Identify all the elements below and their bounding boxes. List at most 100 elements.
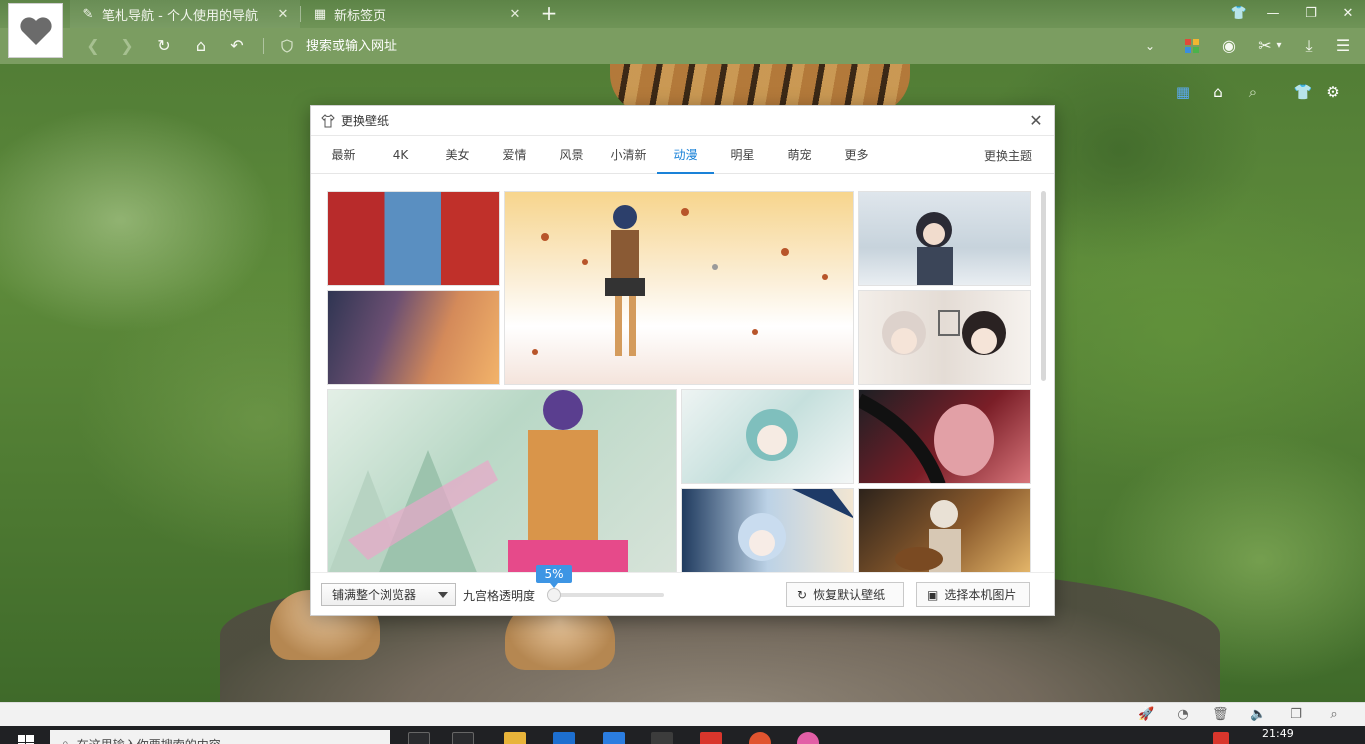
pencil-icon: ✎ bbox=[82, 6, 94, 22]
calculator-icon[interactable] bbox=[651, 732, 673, 744]
zoom-icon[interactable]: ⌕ bbox=[1326, 707, 1342, 723]
home-icon[interactable]: ⌂ bbox=[190, 35, 212, 57]
teal-girl-figure bbox=[746, 409, 798, 461]
chevron-down-icon bbox=[438, 592, 448, 598]
window-close-button[interactable]: ✕ bbox=[1337, 3, 1359, 25]
tab-fresh[interactable]: 小清新 bbox=[600, 136, 657, 173]
minimize-button[interactable]: — bbox=[1262, 3, 1284, 25]
tab-latest[interactable]: 最新 bbox=[315, 136, 372, 173]
wallpaper-thumb-spiderman[interactable] bbox=[327, 191, 500, 286]
taskbar-search[interactable]: ⌕ 在这里输入你要搜索的内容 bbox=[50, 730, 390, 744]
file-explorer-icon[interactable] bbox=[504, 732, 526, 744]
record-icon[interactable]: ◉ bbox=[1218, 35, 1240, 57]
avatar[interactable] bbox=[8, 3, 63, 58]
wallpaper-thumb-teal-girl[interactable] bbox=[681, 389, 854, 484]
search-icon[interactable]: ⌕ bbox=[1243, 82, 1263, 102]
wallpaper-thumb-umbrella-girl[interactable] bbox=[681, 488, 854, 574]
store-icon[interactable] bbox=[603, 732, 625, 744]
apps-icon[interactable] bbox=[1181, 35, 1203, 57]
wallpaper-thumb-dark-girl[interactable] bbox=[858, 389, 1031, 484]
wallpaper-thumb-snow-girl[interactable] bbox=[858, 191, 1031, 286]
category-tabs: 最新 4K 美女 爱情 风景 小清新 动漫 明星 萌宠 更多 更换主题 bbox=[311, 136, 1054, 174]
shield-icon bbox=[281, 39, 293, 53]
tab-stars[interactable]: 明星 bbox=[714, 136, 771, 173]
skin-icon[interactable]: 👕 bbox=[1293, 82, 1313, 102]
tab-close-icon[interactable]: ✕ bbox=[276, 7, 290, 22]
download-icon[interactable]: ⤓ bbox=[1298, 35, 1320, 57]
window-icon[interactable]: ❐ bbox=[1288, 707, 1304, 723]
tray-app-icon[interactable] bbox=[1213, 732, 1229, 744]
forward-icon[interactable]: ❯ bbox=[116, 35, 138, 57]
opacity-tooltip: 5% bbox=[536, 565, 572, 588]
speed-icon[interactable]: ◔ bbox=[1175, 707, 1191, 723]
wallpaper-dialog: 更换壁纸 ✕ 最新 4K 美女 爱情 风景 小清新 动漫 明星 萌宠 更多 更换… bbox=[310, 105, 1055, 616]
wallpaper-thumb-autumn-girl[interactable] bbox=[504, 191, 854, 385]
opacity-slider-handle[interactable] bbox=[547, 588, 561, 602]
fill-mode-select[interactable]: 铺满整个浏览器 bbox=[321, 583, 456, 606]
choose-local-image-button[interactable]: ▣ 选择本机图片 bbox=[916, 582, 1030, 607]
dropdown-arrow-icon[interactable]: ▾ bbox=[1272, 35, 1286, 57]
chrome-icon[interactable] bbox=[749, 732, 771, 744]
tab-anime[interactable]: 动漫 bbox=[657, 136, 714, 174]
change-theme-link[interactable]: 更换主题 bbox=[984, 147, 1032, 164]
tab-close-icon[interactable]: ✕ bbox=[508, 7, 522, 22]
wallpaper-thumb-cat-girls[interactable] bbox=[858, 290, 1031, 385]
task-view-icon[interactable] bbox=[452, 732, 474, 744]
browser-status-bar: 🚀 ◔ 🗑 🔈 ❐ ⌕ bbox=[0, 702, 1365, 726]
shirt-icon bbox=[321, 113, 335, 127]
restore-default-label: 恢复默认壁纸 bbox=[813, 588, 886, 602]
grid-icon[interactable]: ▦ bbox=[1173, 82, 1193, 102]
tab-bar: ✎ 笔札导航 - 个人使用的导航 ✕ ▦ 新标签页 ✕ + 👕 — ❐ ✕ bbox=[0, 0, 1365, 28]
undo-icon[interactable]: ↶ bbox=[226, 35, 248, 57]
restore-button[interactable]: ❐ bbox=[1300, 3, 1322, 25]
new-tab-button[interactable]: + bbox=[538, 2, 560, 24]
grid-scrollbar[interactable] bbox=[1041, 191, 1046, 381]
guitar-girl-figure bbox=[895, 500, 961, 573]
search-icon: ⌕ bbox=[62, 736, 69, 744]
tab-4k[interactable]: 4K bbox=[372, 136, 429, 173]
close-icon[interactable]: ✕ bbox=[1028, 112, 1044, 129]
tab-title: 新标签页 bbox=[334, 8, 387, 24]
back-icon[interactable]: ❮ bbox=[82, 35, 104, 57]
chevron-down-icon[interactable]: ⌄ bbox=[1139, 35, 1161, 57]
taskbar-search-placeholder: 在这里输入你要搜索的内容 bbox=[77, 736, 221, 744]
wallpaper-thumb-guitar-girl[interactable] bbox=[858, 488, 1031, 574]
wallpaper-grid bbox=[327, 191, 1033, 574]
cortana-icon[interactable] bbox=[408, 732, 430, 744]
restore-default-button[interactable]: ↻ 恢复默认壁纸 bbox=[786, 582, 904, 607]
choose-local-image-label: 选择本机图片 bbox=[944, 588, 1017, 602]
toolbar: ❮ ❯ ↻ ⌂ ↶ ⌄ ◉ ✂ ▾ ⤓ ☰ bbox=[0, 28, 1365, 64]
home-icon[interactable]: ⌂ bbox=[1208, 82, 1228, 102]
heart-icon bbox=[19, 16, 52, 45]
tab-scenery[interactable]: 风景 bbox=[543, 136, 600, 173]
tab-pets[interactable]: 萌宠 bbox=[771, 136, 828, 173]
umbrella-girl-figure bbox=[738, 489, 853, 561]
app-red-icon[interactable] bbox=[700, 732, 722, 744]
dialog-header: 更换壁纸 ✕ bbox=[311, 106, 1054, 136]
tab-new-tab[interactable]: ▦ 新标签页 ✕ bbox=[302, 0, 532, 28]
tab-more[interactable]: 更多 bbox=[828, 136, 885, 173]
rocket-icon[interactable]: 🚀 bbox=[1138, 707, 1154, 723]
settings-icon[interactable]: ⚙ bbox=[1323, 82, 1343, 102]
browser-icon[interactable] bbox=[797, 732, 819, 744]
address-bar[interactable] bbox=[280, 34, 1140, 58]
menu-icon[interactable]: ☰ bbox=[1332, 35, 1354, 57]
windows-start-icon[interactable] bbox=[18, 735, 34, 744]
snow-girl-figure bbox=[916, 212, 953, 285]
address-divider bbox=[263, 38, 264, 54]
refresh-icon[interactable]: ↻ bbox=[153, 35, 175, 57]
tab-beauty[interactable]: 美女 bbox=[429, 136, 486, 173]
opacity-slider[interactable]: 5% bbox=[536, 565, 664, 602]
tab-bizha-nav[interactable]: ✎ 笔札导航 - 个人使用的导航 ✕ bbox=[70, 0, 300, 28]
address-input[interactable] bbox=[306, 38, 906, 54]
wallpaper-thumb-warrior[interactable] bbox=[327, 389, 677, 574]
tab-love[interactable]: 爱情 bbox=[486, 136, 543, 173]
volume-icon[interactable]: 🔈 bbox=[1250, 707, 1266, 723]
mail-icon[interactable] bbox=[553, 732, 575, 744]
dialog-footer: 铺满整个浏览器 九宫格透明度 5% ↻ 恢复默认壁纸 ▣ 选择本机图片 bbox=[311, 565, 1054, 615]
opacity-label: 九宫格透明度 bbox=[463, 589, 536, 603]
skin-icon[interactable]: 👕 bbox=[1228, 3, 1250, 25]
trash-icon[interactable]: 🗑 bbox=[1212, 707, 1229, 723]
warrior-figure bbox=[328, 390, 628, 573]
wallpaper-thumb-corridor[interactable] bbox=[327, 290, 500, 385]
